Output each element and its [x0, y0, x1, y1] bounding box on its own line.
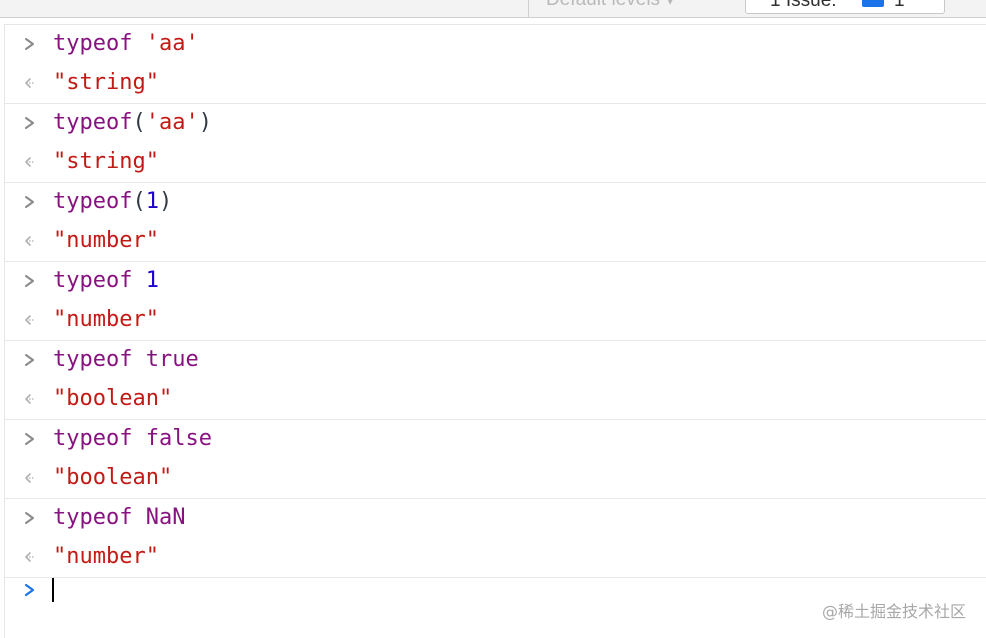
code-token: typeof [53, 189, 133, 214]
console-entry: typeof('aa') "string" [5, 104, 986, 183]
console-log: typeof 'aa' "string" typeof('aa') "string" t… [4, 24, 986, 638]
chevron-right-icon [25, 433, 34, 445]
console-result: "number" [53, 228, 159, 253]
issues-label: 1 Issue: [770, 0, 837, 11]
return-arrow-icon [25, 473, 35, 483]
chevron-right-icon [25, 275, 34, 287]
code-token: 'aa' [145, 110, 199, 135]
chevron-right-icon [25, 117, 34, 129]
code-token: ) [198, 110, 212, 135]
console-entries: typeof 'aa' "string" typeof('aa') "string" t… [5, 25, 986, 578]
chevron-right-icon [24, 583, 35, 597]
console-command: typeof NaN [53, 505, 185, 531]
code-token: typeof [53, 426, 133, 451]
chevron-right-icon [25, 38, 34, 50]
toolbar-divider [528, 0, 529, 17]
code-token: 1 [145, 268, 159, 293]
console-result: "number" [53, 544, 159, 569]
console-input-line[interactable]: typeof(1) [5, 183, 986, 222]
return-arrow-icon [25, 236, 35, 246]
code-token: typeof [53, 31, 133, 56]
console-result-line: "string" [5, 143, 986, 182]
console-input-line[interactable]: typeof true [5, 341, 986, 380]
code-token: true [145, 347, 199, 372]
console-result-line: "string" [5, 64, 986, 103]
return-arrow-icon [25, 552, 35, 562]
console-result-line: "boolean" [5, 380, 986, 419]
console-result-line: "boolean" [5, 459, 986, 498]
console-result-line: "number" [5, 301, 986, 340]
code-token: ( [132, 189, 146, 214]
return-arrow-icon [25, 157, 35, 167]
console-entry: typeof true "boolean" [5, 341, 986, 420]
console-command: typeof 'aa' [53, 31, 199, 57]
console-command: typeof('aa') [53, 110, 212, 136]
console-result: "number" [53, 307, 159, 332]
return-arrow-icon [25, 78, 35, 88]
console-input-line[interactable]: typeof NaN [5, 499, 986, 538]
console-entry: typeof false "boolean" [5, 420, 986, 499]
console-command: typeof false [53, 426, 212, 452]
code-token: typeof [53, 110, 133, 135]
console-command: typeof(1) [53, 189, 172, 215]
console-entry: typeof 'aa' "string" [5, 25, 986, 104]
return-arrow-icon [25, 394, 35, 404]
code-token: typeof [53, 505, 133, 530]
console-result: "string" [53, 70, 159, 95]
console-command: typeof 1 [53, 268, 159, 294]
chat-bubble-icon [862, 0, 884, 7]
issues-button[interactable]: 1 Issue: 1 [745, 0, 945, 14]
return-arrow-icon [25, 315, 35, 325]
console-entry: typeof(1) "number" [5, 183, 986, 262]
issues-count: 1 [894, 0, 905, 11]
console-command: typeof true [53, 347, 199, 373]
console-input-line[interactable]: typeof false [5, 420, 986, 459]
console-result: "boolean" [53, 386, 173, 411]
code-token: 1 [145, 189, 159, 214]
code-token: ) [158, 189, 173, 214]
chevron-right-icon [25, 354, 34, 366]
code-token: typeof [53, 268, 133, 293]
console-input-line[interactable]: typeof 1 [5, 262, 986, 301]
chevron-right-icon [25, 196, 34, 208]
console-result: "string" [53, 149, 159, 174]
code-token: typeof [53, 347, 133, 372]
watermark: @稀土掘金技术社区 [821, 602, 966, 621]
code-token: 'aa' [145, 31, 199, 56]
console-toolbar: Default levels ▾ 1 Issue: 1 [0, 0, 986, 18]
chevron-right-icon [25, 512, 34, 524]
code-token: NaN [145, 505, 186, 530]
log-levels-dropdown[interactable]: Default levels ▾ [546, 0, 675, 11]
console-input-line[interactable]: typeof 'aa' [5, 25, 986, 64]
text-caret [52, 578, 54, 602]
console-entry: typeof 1 "number" [5, 262, 986, 341]
console-result: "boolean" [53, 465, 173, 490]
code-token: ( [132, 110, 146, 135]
console-result-line: "number" [5, 222, 986, 261]
console-input-line[interactable]: typeof('aa') [5, 104, 986, 143]
console-entry: typeof NaN "number" [5, 499, 986, 578]
code-token: false [145, 426, 212, 451]
